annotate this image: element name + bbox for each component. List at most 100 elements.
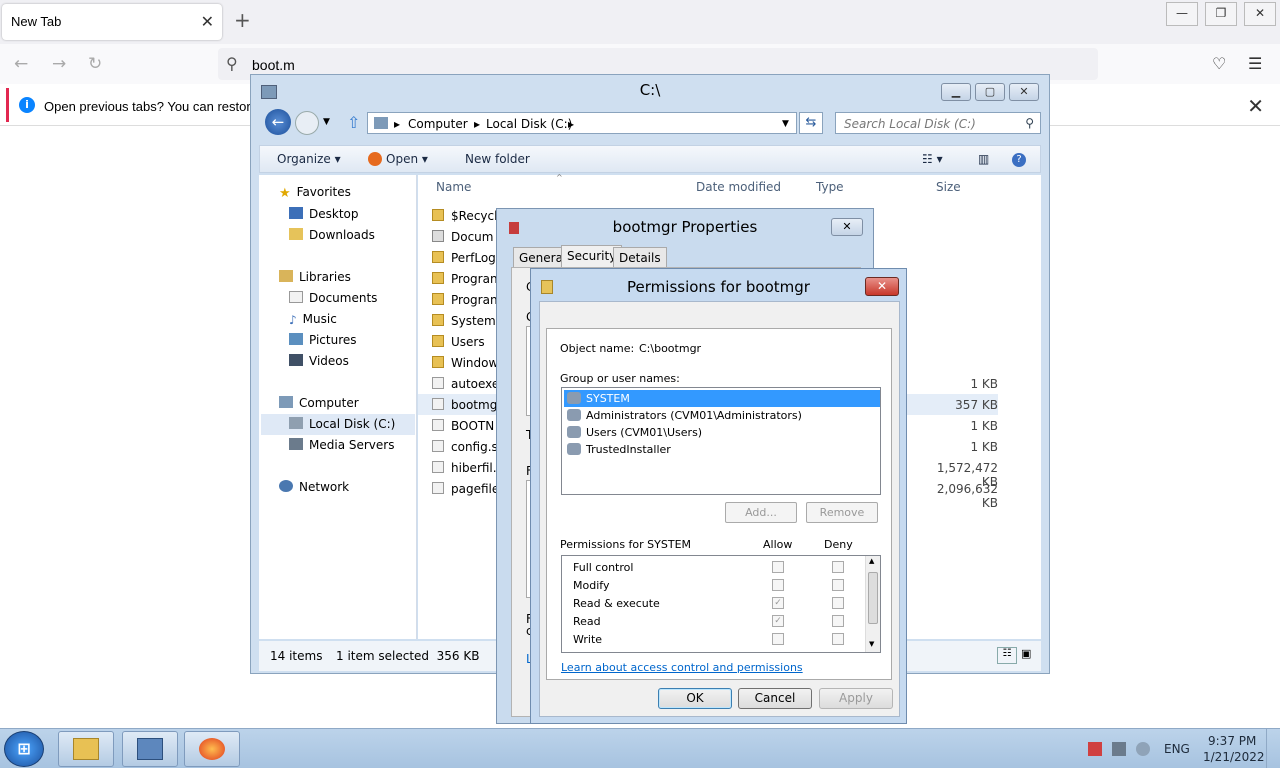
nav-network[interactable]: Network [279, 480, 349, 494]
user-name: SYSTEM [586, 392, 630, 405]
menu-icon[interactable]: ☰ [1248, 54, 1262, 73]
details-view-icon[interactable]: ☷ [997, 647, 1017, 664]
nav-documents[interactable]: Documents [289, 291, 377, 305]
scroll-thumb[interactable] [868, 572, 878, 624]
url-text[interactable]: boot.m [252, 57, 295, 73]
nav-media-servers[interactable]: Media Servers [289, 438, 394, 452]
remove-button[interactable]: Remove [806, 502, 878, 523]
nav-music[interactable]: ♪ Music [289, 312, 337, 327]
close-icon[interactable]: ✕ [201, 12, 214, 31]
open-button[interactable]: Open ▾ [368, 152, 428, 166]
back-icon[interactable]: ← [14, 54, 28, 74]
allow-checkbox[interactable] [772, 561, 784, 573]
nav-libraries[interactable]: Libraries [279, 270, 351, 284]
security-panel: Object name: C:\bootmgr Group or user na… [546, 328, 892, 680]
minimize-button[interactable]: — [1166, 2, 1198, 26]
taskbar-firefox-button[interactable] [184, 731, 240, 767]
address-bar[interactable]: ▸ Computer ▸ Local Disk (C:) ▸ ▼ [367, 112, 797, 134]
user-row-trustedinstaller[interactable]: TrustedInstaller [564, 441, 880, 458]
scroll-up-icon[interactable]: ▲ [869, 557, 874, 565]
user-group-icon [567, 409, 581, 421]
nav-computer[interactable]: Computer [279, 396, 359, 410]
close-icon[interactable]: ✕ [831, 218, 863, 236]
learn-access-control-link[interactable]: Learn about access control and permissio… [561, 661, 803, 674]
history-dropdown-icon[interactable]: ▼ [323, 117, 330, 127]
restore-button[interactable]: ❐ [1205, 2, 1237, 26]
pocket-icon[interactable]: ♡ [1212, 54, 1226, 73]
allow-checkbox-checked[interactable]: ✓ [772, 597, 784, 609]
permissions-scrollbar[interactable]: ▲ ▼ [865, 556, 880, 652]
new-folder-button[interactable]: New folder [465, 152, 530, 166]
back-icon[interactable]: ← [265, 109, 291, 135]
show-desktop-button[interactable] [1266, 729, 1280, 768]
deny-checkbox[interactable] [832, 615, 844, 627]
deny-checkbox[interactable] [832, 633, 844, 645]
plus-icon[interactable]: + [234, 10, 251, 30]
user-row-administrators[interactable]: Administrators (CVM01\Administrators) [564, 407, 880, 424]
file-name: System [451, 314, 496, 328]
user-row-users[interactable]: Users (CVM01\Users) [564, 424, 880, 441]
breadcrumb-sep: ▸ [568, 117, 575, 131]
column-type[interactable]: Type [816, 180, 844, 194]
help-icon[interactable]: ? [1012, 153, 1026, 167]
close-icon[interactable]: ✕ [1247, 94, 1264, 118]
preview-pane-icon[interactable]: ▥ [978, 152, 989, 166]
ok-button[interactable]: OK [658, 688, 732, 709]
file-name: Progran [451, 272, 498, 286]
organize-label: Organize [277, 152, 331, 166]
add-button[interactable]: Add... [725, 502, 797, 523]
apply-button[interactable]: Apply [819, 688, 893, 709]
clock-time[interactable]: 9:37 PM [1208, 734, 1256, 748]
breadcrumb-local-disk[interactable]: Local Disk (C:) [486, 117, 572, 131]
nav-favorites[interactable]: ★ Favorites [279, 185, 351, 201]
forward-icon[interactable]: → [52, 54, 66, 74]
clock-date[interactable]: 1/21/2022 [1203, 750, 1265, 764]
nav-downloads[interactable]: Downloads [289, 228, 375, 242]
deny-checkbox[interactable] [832, 579, 844, 591]
allow-checkbox[interactable] [772, 633, 784, 645]
action-center-icon[interactable] [1088, 742, 1102, 756]
allow-checkbox[interactable] [772, 579, 784, 591]
organize-button[interactable]: Organize ▾ [277, 152, 341, 166]
close-icon[interactable]: ✕ [865, 277, 899, 296]
column-date-modified[interactable]: Date modified [696, 180, 781, 194]
scroll-down-icon[interactable]: ▼ [869, 640, 874, 648]
nav-local-disk[interactable]: Local Disk (C:) [261, 414, 415, 435]
allow-checkbox-checked[interactable]: ✓ [772, 615, 784, 627]
taskbar-server-manager-button[interactable] [122, 731, 178, 767]
deny-checkbox[interactable] [832, 561, 844, 573]
deny-checkbox[interactable] [832, 597, 844, 609]
breadcrumb-computer[interactable]: Computer [408, 117, 468, 131]
close-window-button[interactable]: ✕ [1244, 2, 1276, 26]
computer-icon [279, 396, 293, 408]
taskbar-explorer-button[interactable] [58, 731, 114, 767]
minimize-button[interactable]: ▁ [941, 83, 971, 101]
browser-tab[interactable]: New Tab ✕ [2, 4, 222, 40]
forward-icon[interactable] [295, 111, 319, 135]
language-indicator[interactable]: ENG [1164, 742, 1190, 756]
view-options-icon[interactable]: ☷ ▾ [922, 152, 943, 166]
start-button[interactable]: ⊞ [4, 731, 44, 767]
cancel-button[interactable]: Cancel [738, 688, 812, 709]
reload-icon[interactable]: ↻ [88, 54, 102, 74]
column-size[interactable]: Size [936, 180, 961, 194]
address-dropdown-icon[interactable]: ▼ [782, 119, 789, 129]
maximize-button[interactable]: ▢ [975, 83, 1005, 101]
search-icon[interactable]: ⚲ [1025, 116, 1034, 130]
refresh-icon[interactable]: ⇆ [799, 112, 823, 134]
search-input[interactable]: Search Local Disk (C:) ⚲ [835, 112, 1041, 134]
volume-icon[interactable] [1136, 742, 1150, 756]
network-icon[interactable] [1112, 742, 1126, 756]
tab-details[interactable]: Details [613, 247, 667, 267]
permissions-list: Full control Modify Read & execute ✓ Rea… [561, 555, 881, 653]
up-arrow-icon[interactable]: ⇧ [347, 113, 360, 132]
user-row-system[interactable]: SYSTEM [564, 390, 880, 407]
column-name[interactable]: Name [436, 180, 471, 194]
nav-videos[interactable]: Videos [289, 354, 349, 368]
user-list[interactable]: SYSTEM Administrators (CVM01\Administrat… [561, 387, 881, 495]
large-icons-view-icon[interactable]: ▣ [1021, 647, 1031, 660]
nav-pictures[interactable]: Pictures [289, 333, 357, 347]
nav-desktop[interactable]: Desktop [289, 207, 359, 221]
close-window-button[interactable]: ✕ [1009, 83, 1039, 101]
folder-icon [432, 251, 444, 263]
